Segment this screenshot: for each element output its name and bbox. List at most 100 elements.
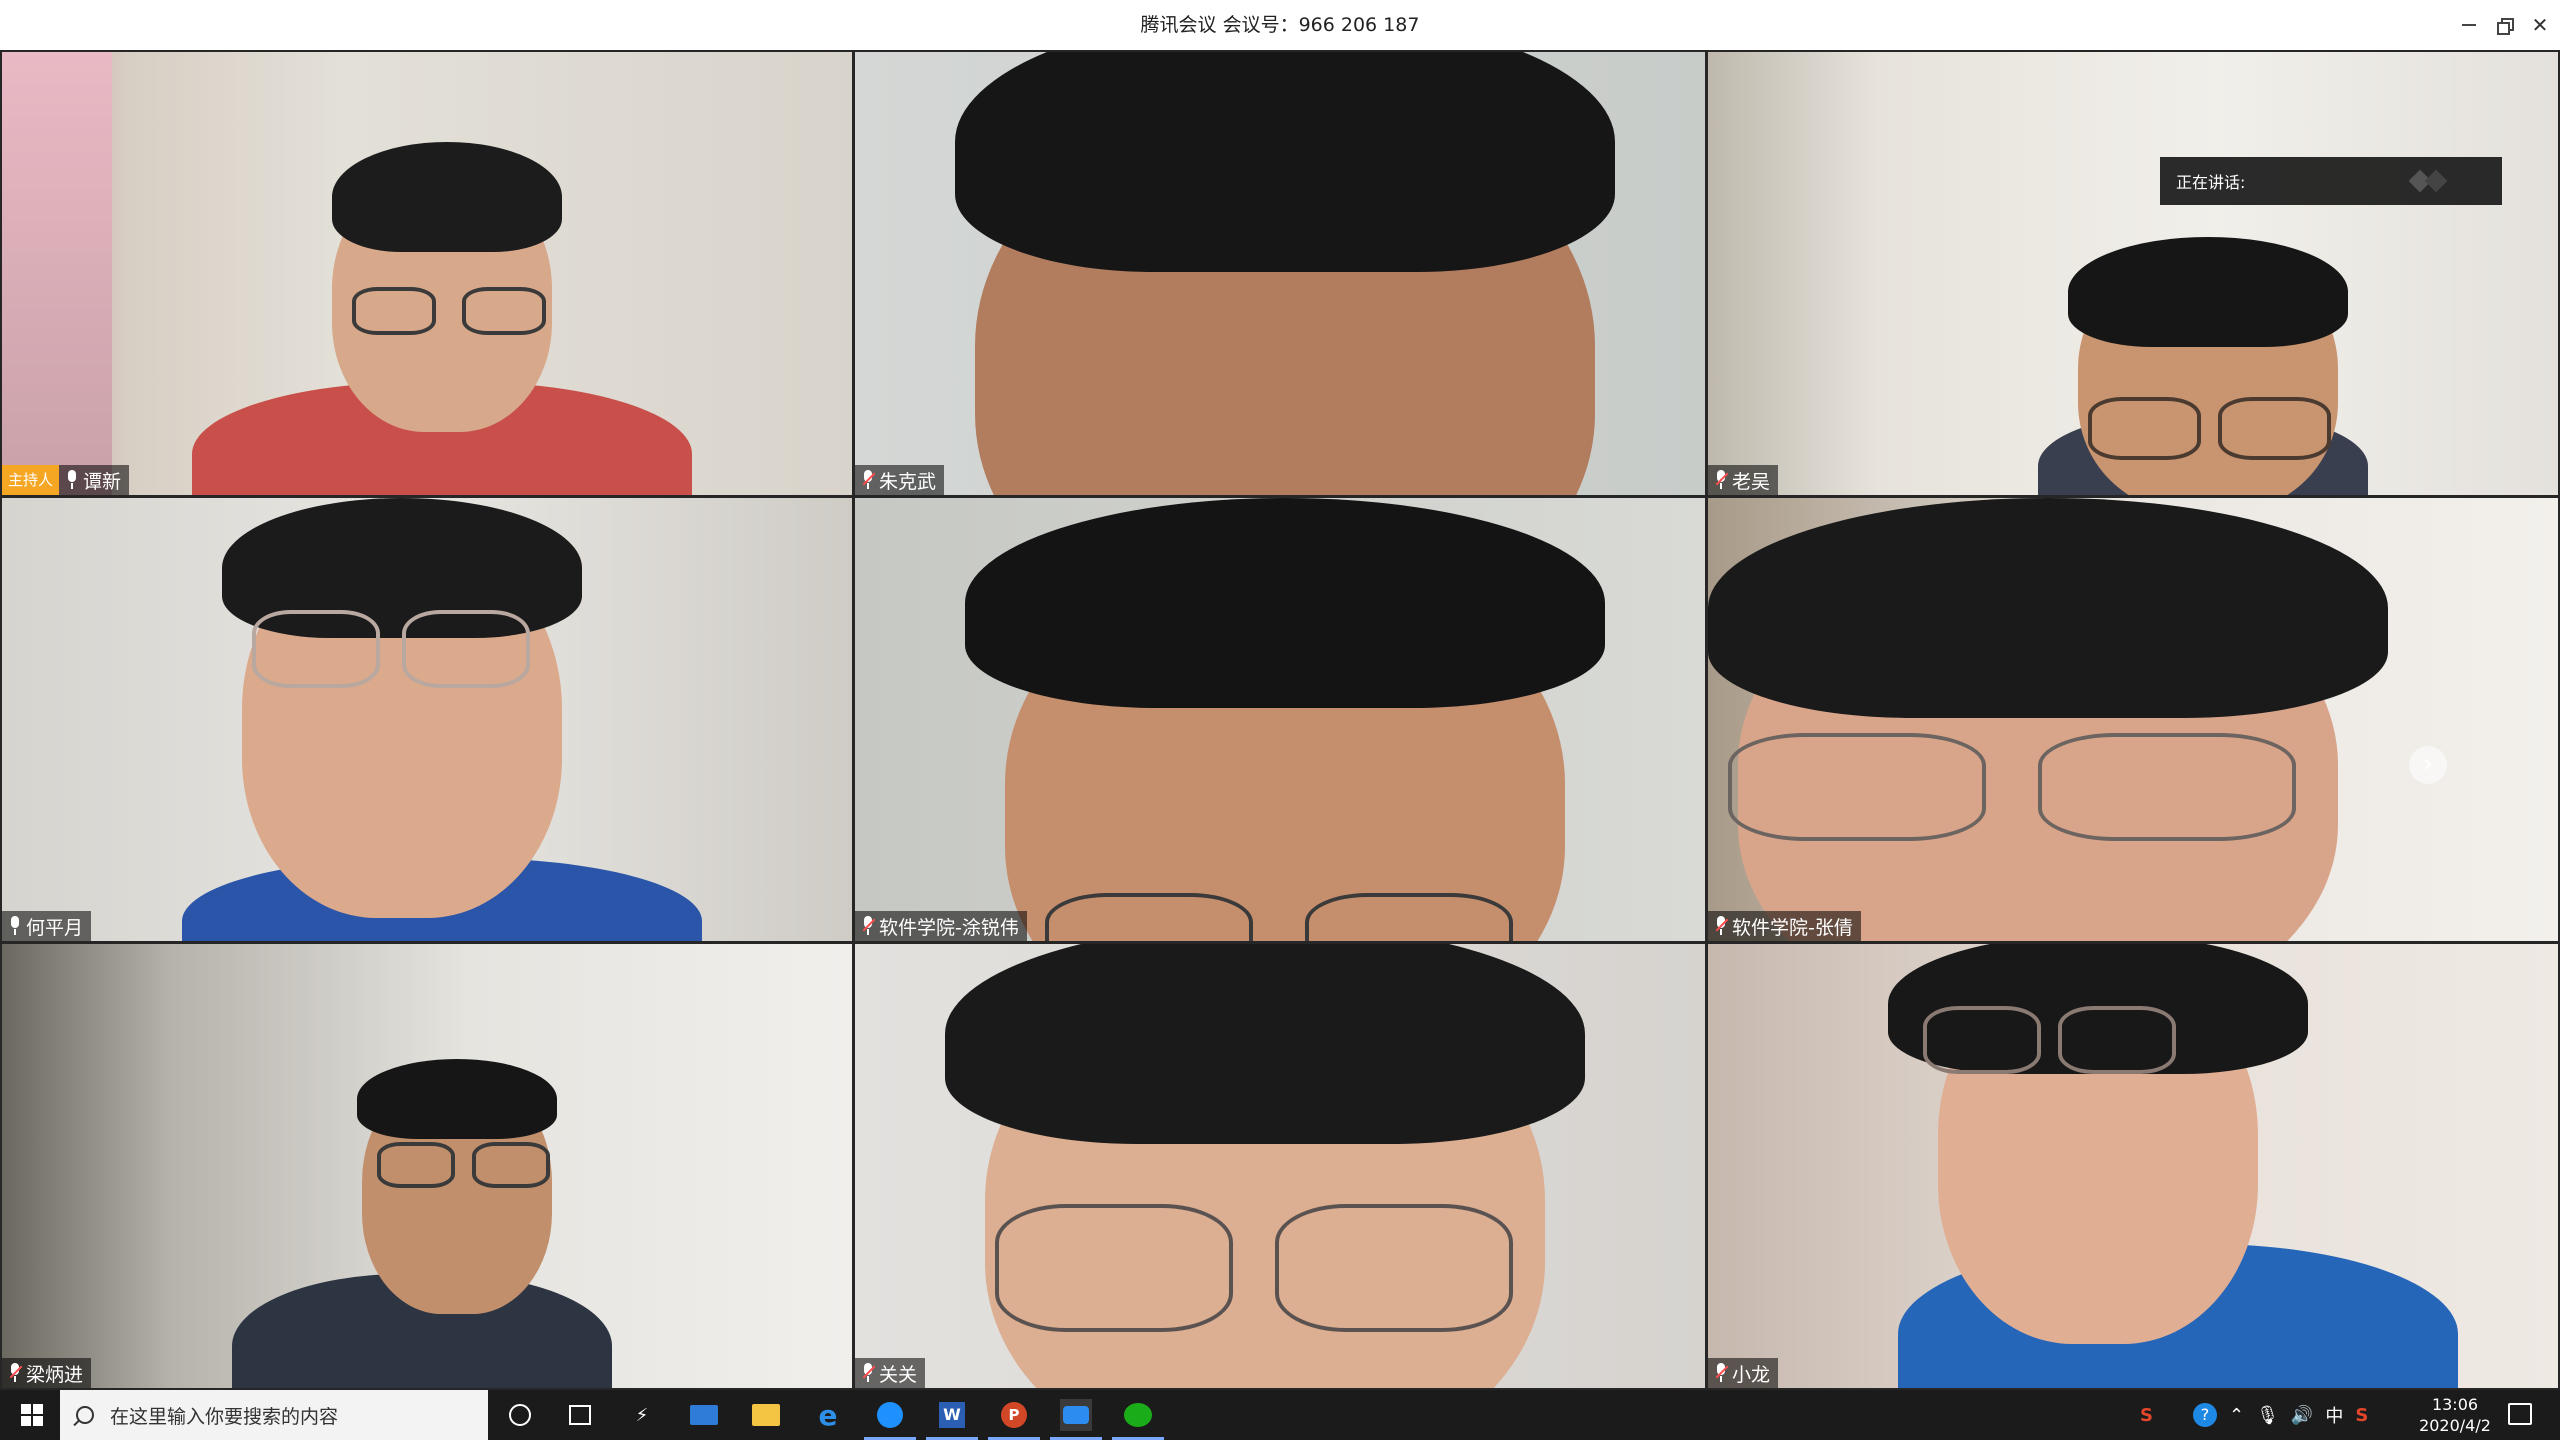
close-icon: ✕ bbox=[2531, 13, 2549, 37]
chevron-up-icon[interactable]: ⌃ bbox=[2229, 1405, 2244, 1426]
start-button[interactable] bbox=[8, 1390, 56, 1440]
participant-glasses bbox=[1923, 1006, 2041, 1074]
participant-name-tag: 小龙 bbox=[1708, 1358, 1779, 1388]
microphone-tray-icon[interactable]: 🎙 bbox=[2256, 1405, 2279, 1426]
close-button[interactable]: ✕ bbox=[2523, 8, 2557, 42]
participant-glasses bbox=[252, 610, 380, 688]
participant-name: 关关 bbox=[879, 1363, 918, 1386]
search-placeholder: 在这里输入你要搜索的内容 bbox=[110, 1405, 339, 1428]
participant-name: 软件学院-涂锐伟 bbox=[879, 916, 1019, 939]
wechat-icon[interactable] bbox=[1112, 1399, 1164, 1440]
restore-icon bbox=[2497, 18, 2514, 35]
file-explorer-icon[interactable] bbox=[750, 1399, 782, 1431]
video-tile[interactable]: 何平月 bbox=[0, 496, 854, 943]
next-page-button[interactable]: › bbox=[2409, 746, 2447, 784]
clock-date: 2020/4/2 bbox=[2419, 1416, 2491, 1435]
volume-icon[interactable]: 🔊 bbox=[2291, 1405, 2313, 1426]
participant-hair bbox=[357, 1059, 557, 1139]
powerpoint-icon[interactable]: P bbox=[988, 1399, 1040, 1440]
microphone-muted-icon bbox=[1714, 1362, 1729, 1384]
participant-glasses bbox=[352, 287, 436, 335]
microphone-muted-icon bbox=[1714, 469, 1729, 491]
minimize-icon bbox=[2462, 24, 2476, 26]
participant-glasses bbox=[472, 1142, 550, 1188]
video-tile[interactable]: 软件学院-张倩 bbox=[1706, 496, 2560, 943]
microphone-icon bbox=[65, 469, 79, 491]
microphone-muted-icon bbox=[8, 1362, 23, 1384]
video-tile[interactable]: 软件学院-涂锐伟 bbox=[853, 496, 1707, 943]
participant-name: 软件学院-张倩 bbox=[1732, 916, 1853, 939]
tencent-meeting-icon[interactable] bbox=[1050, 1399, 1102, 1440]
search-icon bbox=[76, 1406, 94, 1424]
participant-glasses bbox=[402, 610, 530, 688]
notification-center-icon[interactable] bbox=[2508, 1403, 2532, 1425]
participant-name-tag: 软件学院-涂锐伟 bbox=[855, 911, 1027, 941]
participant-hair bbox=[965, 498, 1605, 708]
participant-glasses bbox=[2038, 733, 2296, 841]
taskbar-clock[interactable]: 13:06 2020/4/2 bbox=[2400, 1394, 2510, 1436]
ime-indicator[interactable]: 中 bbox=[2325, 1402, 2343, 1428]
participant-glasses bbox=[462, 287, 546, 335]
minimize-button[interactable] bbox=[2452, 8, 2486, 42]
help-icon[interactable]: ? bbox=[2192, 1403, 2217, 1427]
participant-name: 小龙 bbox=[1732, 1363, 1771, 1386]
microphone-muted-icon bbox=[861, 469, 876, 491]
restore-button[interactable] bbox=[2487, 8, 2521, 42]
participant-name-tag: 朱克武 bbox=[855, 465, 945, 495]
participant-glasses bbox=[995, 1204, 1233, 1332]
participant-hair bbox=[1708, 498, 2388, 718]
microphone-muted-icon bbox=[861, 915, 876, 937]
sogou-tray-icon[interactable]: S bbox=[2355, 1405, 2368, 1426]
participant-name-tag: 软件学院-张倩 bbox=[1708, 911, 1861, 941]
system-tray: S ? ⌃ 🎙 🔊 中 S bbox=[2140, 1390, 2368, 1440]
video-grid: 主持人 谭新 朱克武 老吴 何平月 软件学院-涂锐伟 软件学院-张倩 梁炳进 关… bbox=[0, 50, 2560, 1390]
participant-glasses bbox=[2058, 1006, 2176, 1074]
participant-hair bbox=[945, 944, 1585, 1144]
pinned-app-icon[interactable]: ⚡ bbox=[626, 1399, 658, 1431]
edge-icon[interactable]: e bbox=[812, 1399, 844, 1432]
participant-name-tag: 何平月 bbox=[2, 911, 92, 941]
meeting-window: 腾讯会议 会议号：966 206 187 ✕ 主持人 谭新 朱克武 老吴 何平月… bbox=[0, 0, 2560, 1390]
task-view-icon[interactable] bbox=[564, 1399, 596, 1431]
participant-glasses bbox=[1728, 733, 1986, 841]
participant-name: 谭新 bbox=[83, 470, 122, 493]
clock-time: 13:06 bbox=[2431, 1395, 2479, 1414]
word-icon[interactable]: W bbox=[926, 1399, 978, 1440]
participant-name: 何平月 bbox=[26, 916, 84, 939]
cortana-icon[interactable] bbox=[504, 1399, 536, 1431]
participant-hair bbox=[332, 142, 562, 252]
participant-glasses bbox=[1275, 1204, 1513, 1332]
sogou-ime-icon[interactable]: S bbox=[2140, 1405, 2153, 1426]
participant-glasses bbox=[1305, 893, 1513, 941]
participant-glasses bbox=[2088, 397, 2201, 460]
participant-name: 梁炳进 bbox=[26, 1363, 84, 1386]
microphone-muted-icon bbox=[861, 1362, 876, 1384]
participant-name: 老吴 bbox=[1732, 470, 1771, 493]
participant-name: 朱克武 bbox=[879, 470, 937, 493]
microphone-muted-icon bbox=[1714, 915, 1729, 937]
mail-icon[interactable] bbox=[688, 1399, 720, 1431]
speaking-animation-icon bbox=[2408, 169, 2452, 193]
video-tile[interactable]: 朱克武 bbox=[853, 50, 1707, 497]
video-tile[interactable]: 主持人 谭新 bbox=[0, 50, 854, 497]
title-bar: 腾讯会议 会议号：966 206 187 ✕ bbox=[0, 0, 2560, 51]
participant-hair bbox=[955, 52, 1615, 272]
windows-taskbar: 在这里输入你要搜索的内容 ⚡ e W P S ? ⌃ 🎙 🔊 中 S 13:06… bbox=[0, 1390, 2560, 1440]
participant-glasses bbox=[1045, 893, 1253, 941]
video-tile[interactable]: 小龙 bbox=[1706, 942, 2560, 1390]
window-title: 腾讯会议 会议号：966 206 187 bbox=[1140, 14, 1420, 36]
chevron-right-icon: › bbox=[2422, 749, 2434, 779]
speaking-label: 正在讲话: bbox=[2176, 173, 2246, 192]
speaking-indicator: 正在讲话: bbox=[2160, 157, 2502, 205]
curtain bbox=[2, 52, 112, 495]
participant-hair bbox=[2068, 237, 2348, 347]
participant-glasses bbox=[2218, 397, 2331, 460]
participant-name-tag: 梁炳进 bbox=[2, 1358, 92, 1388]
taskbar-search-box[interactable]: 在这里输入你要搜索的内容 bbox=[60, 1390, 488, 1440]
qq-browser-icon[interactable] bbox=[864, 1399, 916, 1440]
video-tile[interactable]: 关关 bbox=[853, 942, 1707, 1390]
video-tile[interactable]: 梁炳进 bbox=[0, 942, 854, 1390]
participant-name-tag: 关关 bbox=[855, 1358, 926, 1388]
video-tile[interactable]: 老吴 bbox=[1706, 50, 2560, 497]
participant-name-tag: 主持人 谭新 bbox=[2, 465, 130, 495]
